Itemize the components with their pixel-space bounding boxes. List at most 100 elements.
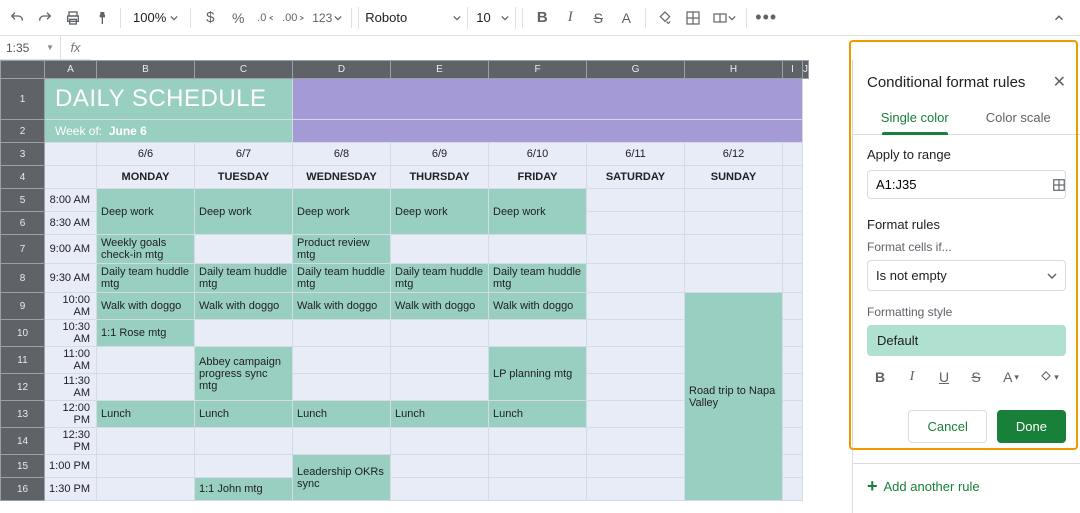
cell[interactable]: [489, 428, 587, 455]
col-header[interactable]: E: [391, 61, 489, 79]
cell[interactable]: Deep work: [391, 189, 489, 235]
cell[interactable]: [489, 478, 587, 501]
cell[interactable]: [391, 320, 489, 347]
cell[interactable]: [97, 347, 195, 374]
cell[interactable]: 9:00 AM: [45, 235, 97, 264]
cell[interactable]: [587, 401, 685, 428]
fill-color-button[interactable]: [652, 5, 678, 31]
cell[interactable]: [45, 166, 97, 189]
row-header[interactable]: 5: [1, 189, 45, 212]
cell[interactable]: 1:30 PM: [45, 478, 97, 501]
cell[interactable]: [783, 212, 803, 235]
cell[interactable]: Abbey campaign progress sync mtg: [195, 347, 293, 401]
cell[interactable]: [195, 320, 293, 347]
cell[interactable]: [783, 374, 803, 401]
cell[interactable]: [489, 235, 587, 264]
cell[interactable]: THURSDAY: [391, 166, 489, 189]
cell[interactable]: Daily team huddle mtg: [97, 264, 195, 293]
cell[interactable]: Lunch: [293, 401, 391, 428]
cell[interactable]: FRIDAY: [489, 166, 587, 189]
cell[interactable]: [587, 293, 685, 320]
more-formats-dropdown[interactable]: 123: [309, 5, 345, 31]
condition-dropdown[interactable]: Is not empty: [867, 260, 1066, 291]
row-header[interactable]: 12: [1, 374, 45, 401]
row-header[interactable]: 2: [1, 120, 45, 143]
col-header[interactable]: A: [45, 61, 97, 79]
strikethrough-button[interactable]: S: [585, 5, 611, 31]
cell[interactable]: [195, 455, 293, 478]
cell[interactable]: Walk with doggo: [391, 293, 489, 320]
cell[interactable]: [489, 320, 587, 347]
underline-button[interactable]: U: [931, 364, 957, 390]
undo-button[interactable]: [4, 5, 30, 31]
week-of-cell[interactable]: Week of: June 6: [45, 120, 293, 143]
cell[interactable]: [783, 189, 803, 212]
cell[interactable]: [587, 189, 685, 212]
cell[interactable]: Deep work: [195, 189, 293, 235]
cell[interactable]: [783, 235, 803, 264]
bold-button[interactable]: B: [529, 5, 555, 31]
cell[interactable]: [97, 455, 195, 478]
cell[interactable]: 1:00 PM: [45, 455, 97, 478]
bold-button[interactable]: B: [867, 364, 893, 390]
cell[interactable]: [293, 428, 391, 455]
cell[interactable]: [783, 293, 803, 320]
cell[interactable]: Daily team huddle mtg: [489, 264, 587, 293]
cell[interactable]: Walk with doggo: [489, 293, 587, 320]
col-header[interactable]: C: [195, 61, 293, 79]
percent-button[interactable]: %: [225, 5, 251, 31]
tab-single-color[interactable]: Single color: [863, 102, 967, 134]
cell[interactable]: 8:30 AM: [45, 212, 97, 235]
row-header[interactable]: 9: [1, 293, 45, 320]
cell[interactable]: 10:00 AM: [45, 293, 97, 320]
cell[interactable]: 9:30 AM: [45, 264, 97, 293]
text-color-button[interactable]: A▾: [995, 364, 1027, 390]
cell[interactable]: [293, 347, 391, 374]
col-header[interactable]: I: [783, 61, 803, 79]
cell[interactable]: SUNDAY: [685, 166, 783, 189]
cell[interactable]: [293, 120, 803, 143]
cell[interactable]: 6/8: [293, 143, 391, 166]
cell[interactable]: [293, 79, 803, 120]
cell[interactable]: [391, 235, 489, 264]
row-header[interactable]: 3: [1, 143, 45, 166]
range-input-row[interactable]: [867, 170, 1066, 199]
cell[interactable]: Walk with doggo: [195, 293, 293, 320]
cell[interactable]: TUESDAY: [195, 166, 293, 189]
add-rule-button[interactable]: + Add another rule: [853, 463, 1080, 497]
row-header[interactable]: 8: [1, 264, 45, 293]
cell[interactable]: [391, 428, 489, 455]
cancel-button[interactable]: Cancel: [908, 410, 986, 443]
cell[interactable]: [587, 320, 685, 347]
font-size-dropdown[interactable]: 10: [470, 7, 516, 29]
redo-button[interactable]: [32, 5, 58, 31]
cell[interactable]: 6/7: [195, 143, 293, 166]
done-button[interactable]: Done: [997, 410, 1066, 443]
cell[interactable]: 12:30 PM: [45, 428, 97, 455]
cell[interactable]: 11:30 AM: [45, 374, 97, 401]
cell[interactable]: 1:1 Rose mtg: [97, 320, 195, 347]
cell[interactable]: Weekly goals check-in mtg: [97, 235, 195, 264]
cell[interactable]: LP planning mtg: [489, 347, 587, 401]
tab-color-scale[interactable]: Color scale: [967, 102, 1071, 134]
cell[interactable]: Daily team huddle mtg: [195, 264, 293, 293]
row-header[interactable]: 13: [1, 401, 45, 428]
cell[interactable]: 6/9: [391, 143, 489, 166]
cell[interactable]: [293, 374, 391, 401]
cell[interactable]: SATURDAY: [587, 166, 685, 189]
cell[interactable]: [685, 189, 783, 212]
col-header[interactable]: B: [97, 61, 195, 79]
strikethrough-button[interactable]: S: [963, 364, 989, 390]
cell[interactable]: [195, 428, 293, 455]
more-toolbar-button[interactable]: •••: [753, 5, 779, 31]
borders-button[interactable]: [680, 5, 706, 31]
cell[interactable]: 6/12: [685, 143, 783, 166]
cell[interactable]: [587, 455, 685, 478]
fill-color-button[interactable]: ▾: [1033, 364, 1065, 390]
cell[interactable]: [587, 478, 685, 501]
cell[interactable]: Deep work: [489, 189, 587, 235]
spreadsheet-grid[interactable]: A B C D E F G H I J 1 DAILY SCHEDULE 2 W…: [0, 60, 852, 513]
cell[interactable]: [489, 455, 587, 478]
cell[interactable]: [391, 347, 489, 374]
currency-button[interactable]: $: [197, 5, 223, 31]
